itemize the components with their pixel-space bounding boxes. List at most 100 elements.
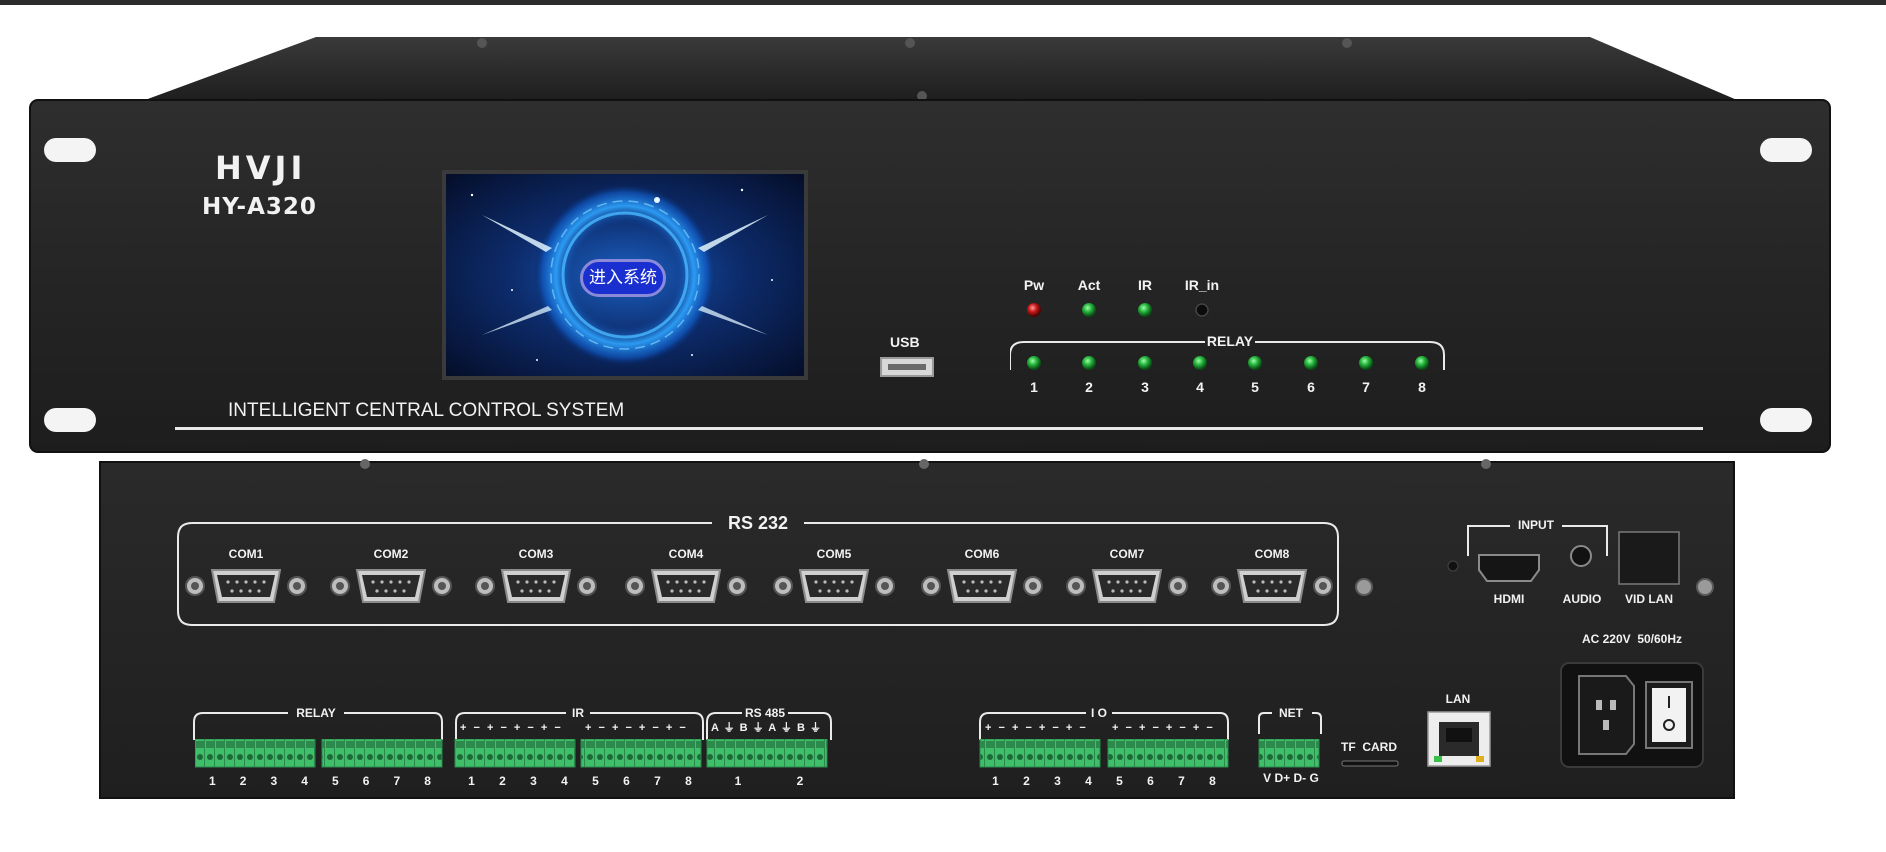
power-switch[interactable]: [1646, 682, 1692, 748]
front-relay-number: 3: [1141, 379, 1149, 395]
com-port[interactable]: COM1: [184, 548, 308, 608]
front-relay-number: 5: [1251, 379, 1259, 395]
com-port-label: COM6: [964, 547, 1000, 561]
io-sign-row: + − + − + − + −: [1112, 722, 1215, 734]
channel-number: 6: [362, 774, 370, 788]
relay-led: [1415, 356, 1429, 370]
com-port[interactable]: COM6: [920, 548, 1044, 608]
front-relay-number: 1: [1030, 379, 1038, 395]
usb-port[interactable]: [880, 357, 934, 377]
ir-sign-row: + − + − + − + −: [460, 722, 563, 734]
io-label: I O: [1090, 706, 1108, 720]
rs485-numbers: 1 2: [707, 774, 831, 788]
io-sign-row: + − + − + − + −: [985, 722, 1088, 734]
terminal-blocks: [195, 739, 1320, 768]
tf-card-slot[interactable]: [1342, 759, 1398, 767]
channel-number: 2: [1023, 774, 1030, 788]
hdmi-label: HDMI: [1493, 592, 1525, 606]
channel-number: 3: [270, 774, 278, 788]
relay-led: [1082, 356, 1096, 370]
db9-connector-icon: [921, 569, 1043, 603]
vid-lan-label: VID LAN: [1625, 592, 1673, 606]
channel-number: 8: [685, 774, 692, 788]
channel-number: 5: [592, 774, 599, 788]
front-relay-number: 2: [1085, 379, 1093, 395]
channel-number: 2: [239, 774, 247, 788]
lan-port[interactable]: [1428, 712, 1490, 766]
com-port[interactable]: COM8: [1210, 548, 1334, 608]
tagline: INTELLIGENT CENTRAL CONTROL SYSTEM: [228, 400, 625, 421]
com-port[interactable]: COM3: [474, 548, 598, 608]
rear-relay-label: RELAY: [296, 706, 336, 720]
channel-number: 3: [1054, 774, 1061, 788]
front-relay-number: 8: [1418, 379, 1426, 395]
front-panel: [0, 0, 1886, 455]
io-terminal-block: [1107, 739, 1229, 768]
channel-number: 4: [1085, 774, 1092, 788]
channel-number: 4: [561, 774, 568, 788]
relay-led: [1138, 356, 1152, 370]
audio-jack[interactable]: [1570, 545, 1592, 567]
com-port-label: COM4: [668, 547, 704, 561]
db9-connector-icon: [475, 569, 597, 603]
com-port[interactable]: COM4: [624, 548, 748, 608]
com-port[interactable]: COM2: [329, 548, 453, 608]
touch-screen[interactable]: 进入系统: [442, 170, 808, 380]
ir-numbers: 1 2 3 4 5 6 7 8: [456, 774, 704, 788]
ir-led: [1138, 303, 1152, 317]
ir-label: IR: [572, 706, 584, 720]
relay-led: [1359, 356, 1373, 370]
channel-number: 2: [499, 774, 506, 788]
relay-led: [1304, 356, 1318, 370]
com-port-label: COM2: [373, 547, 409, 561]
brand-logo: HVJI: [215, 149, 307, 187]
tf-card-label: TF CARD: [1341, 740, 1397, 754]
usb-port-tongue: [888, 364, 926, 370]
rs485-sign-row: A ⏚ B ⏚ A ⏚ B ⏚: [711, 722, 822, 734]
channel-number: 7: [654, 774, 661, 788]
input-label: INPUT: [1518, 518, 1554, 532]
channel-number: 5: [332, 774, 339, 788]
enter-system-button[interactable]: 进入系统: [580, 259, 666, 297]
db9-connector-icon: [185, 569, 307, 603]
model-label: HY-A320: [202, 194, 317, 220]
ir-terminal-block: [580, 739, 702, 768]
audio-label: AUDIO: [1562, 592, 1602, 606]
front-chassis: [29, 37, 1831, 453]
channel-number: 8: [424, 774, 431, 788]
channel-number: 5: [1116, 774, 1123, 788]
rs232-label: RS 232: [727, 513, 789, 533]
power-led: [1027, 303, 1041, 317]
front-relay-label: RELAY: [1206, 333, 1254, 349]
hdmi-port[interactable]: [1478, 554, 1540, 582]
relay-led: [1193, 356, 1207, 370]
com-port-label: COM5: [816, 547, 852, 561]
channel-number: 6: [623, 774, 630, 788]
channel-number: 1: [468, 774, 475, 788]
channel-number: 1: [734, 774, 742, 788]
ir-in-sensor: [1195, 303, 1209, 317]
channel-number: 7: [1178, 774, 1185, 788]
channel-number: 8: [1209, 774, 1216, 788]
db9-connector-icon: [773, 569, 895, 603]
relay-led: [1248, 356, 1262, 370]
rs485-label: RS 485: [744, 706, 786, 720]
channel-number: 2: [796, 774, 804, 788]
channel-number: 1: [992, 774, 999, 788]
com-port[interactable]: COM7: [1065, 548, 1189, 608]
indicator-label-pw: Pw: [1023, 277, 1045, 293]
com-port-label: COM7: [1109, 547, 1145, 561]
relay-terminal-block: [321, 739, 443, 768]
power-spec-label: AC 220V 50/60Hz: [1581, 632, 1683, 646]
act-led: [1082, 303, 1096, 317]
indicator-label-act: Act: [1077, 277, 1101, 293]
channel-number: 4: [301, 774, 308, 788]
channel-number: 7: [393, 774, 401, 788]
relay-terminal-block: [195, 739, 316, 768]
front-relay-number: 7: [1362, 379, 1370, 395]
vid-lan-port[interactable]: [1619, 532, 1679, 584]
com-port-label: COM3: [518, 547, 554, 561]
com-port[interactable]: COM5: [772, 548, 896, 608]
channel-number: 3: [530, 774, 537, 788]
power-inlet[interactable]: [1579, 676, 1635, 754]
